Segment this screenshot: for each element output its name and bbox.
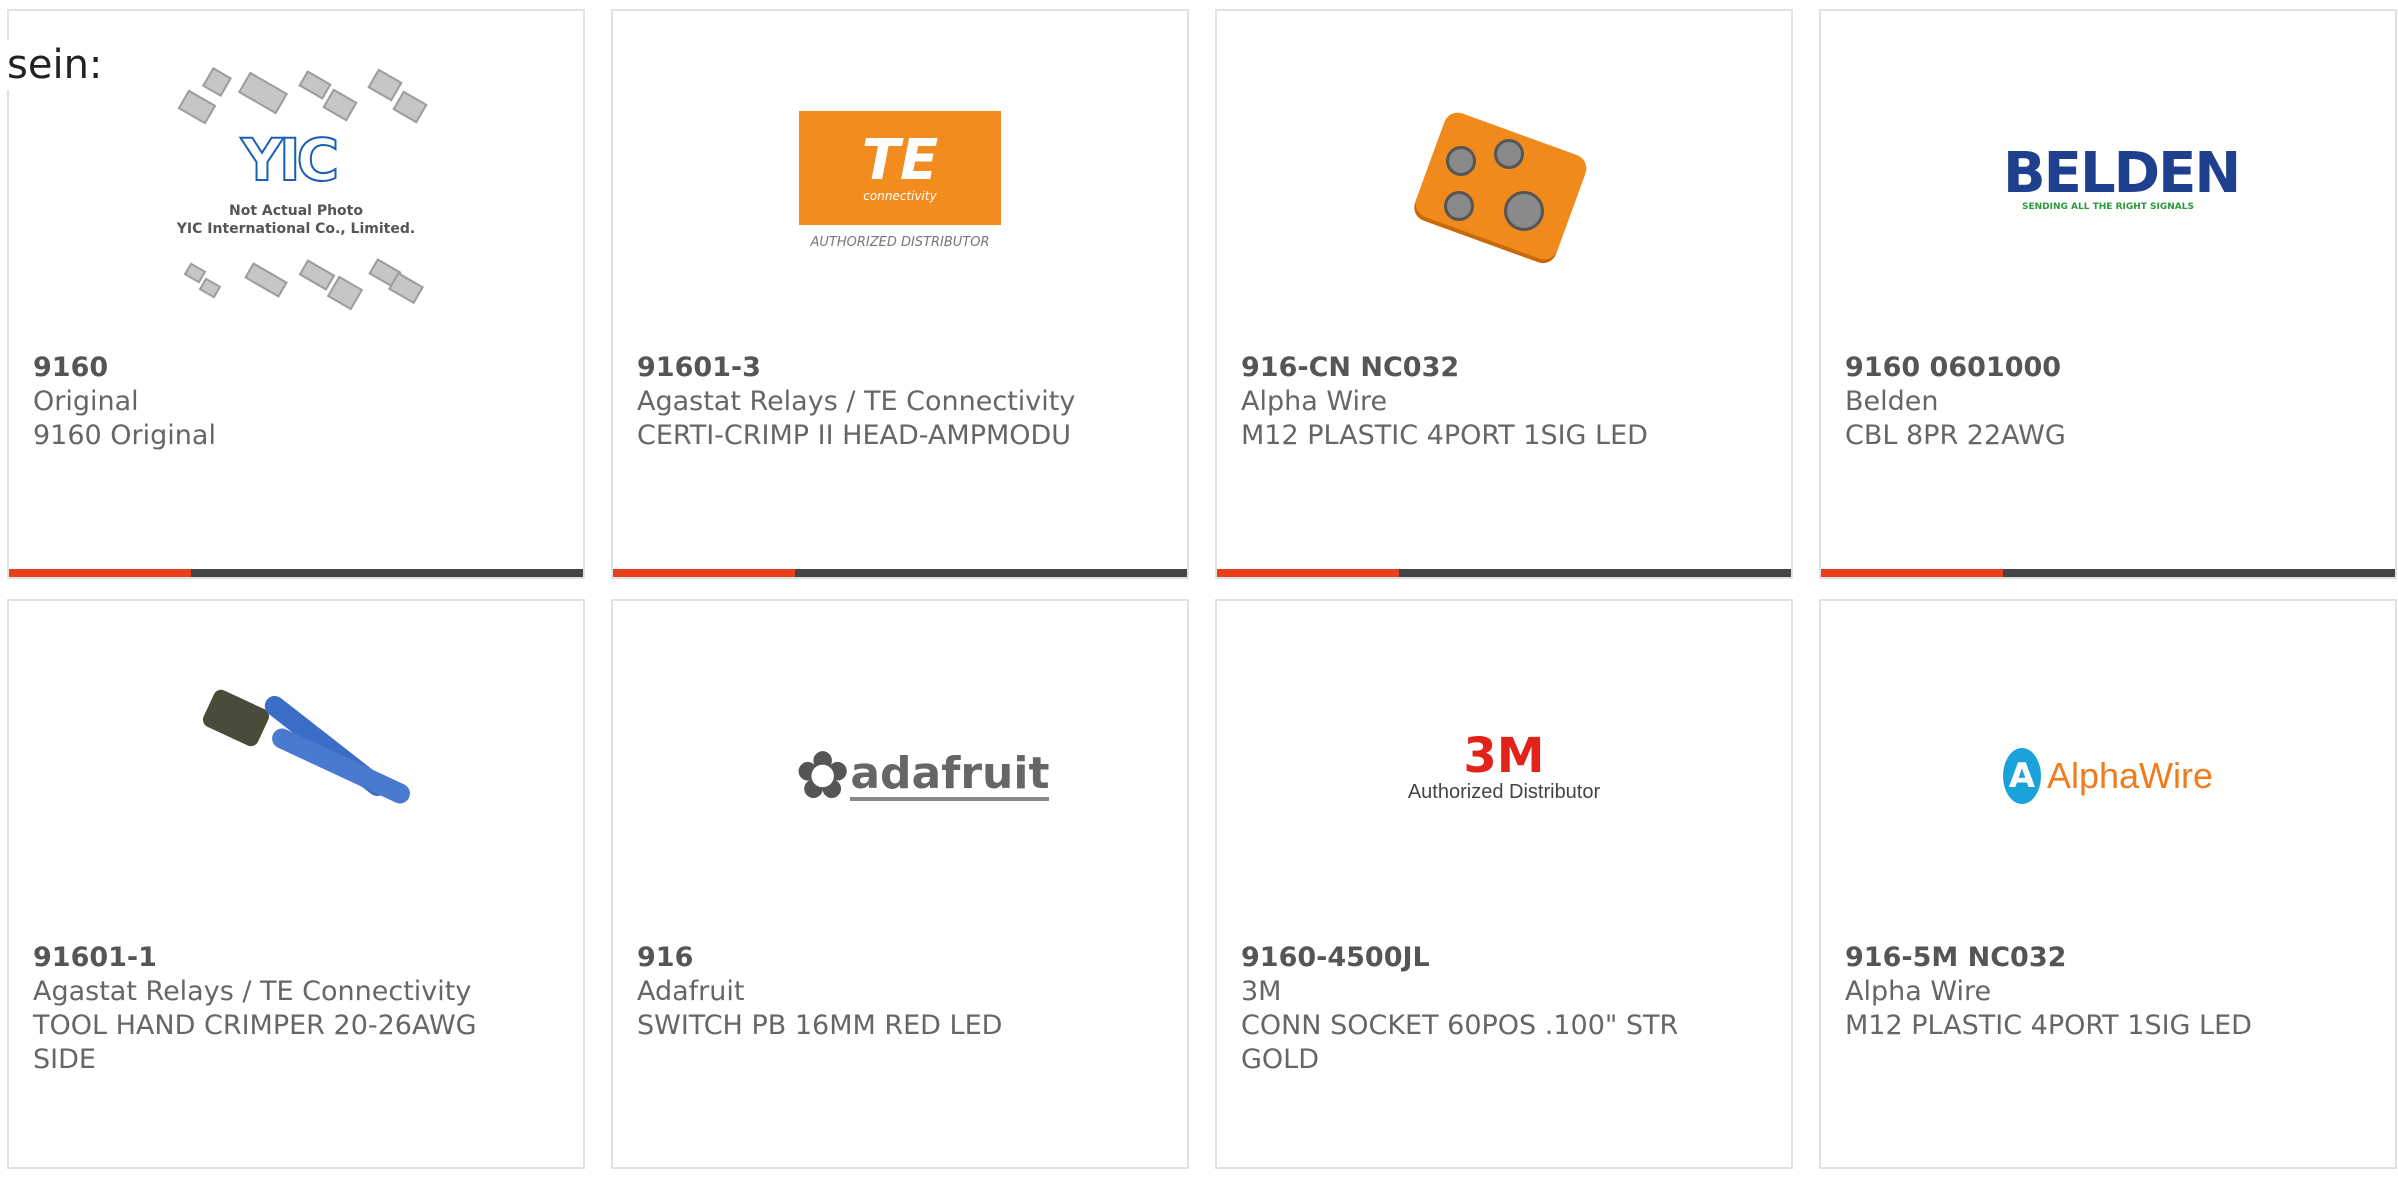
product-image — [1217, 86, 1791, 286]
product-image: ✿ adafruit — [613, 676, 1187, 876]
manufacturer: Original — [33, 386, 139, 417]
product-card[interactable]: 3M Authorized Distributor 9160-4500JL 3M… — [1215, 599, 1793, 1169]
manufacturer: 3M — [1241, 976, 1282, 1007]
manufacturer: Adafruit — [637, 976, 745, 1007]
flower-icon: ✿ — [795, 737, 851, 814]
alphawire-logo: A AlphaWire — [2003, 741, 2213, 811]
description: M12 PLASTIC 4PORT 1SIG LED — [1241, 420, 1648, 451]
product-card[interactable]: YIC Not Actual Photo YIC International C… — [7, 9, 585, 579]
product-info: 916-5M NC032 Alpha Wire M12 PLASTIC 4POR… — [1845, 941, 2315, 1043]
part-number[interactable]: 9160 — [33, 351, 503, 385]
image-caption-company: YIC International Co., Limited. — [176, 221, 416, 237]
product-grid: YIC Not Actual Photo YIC International C… — [7, 9, 2398, 1189]
product-info: 9160-4500JL 3M CONN SOCKET 60POS .100" S… — [1241, 941, 1711, 1077]
product-image: BELDEN SENDING ALL THE RIGHT SIGNALS — [1821, 86, 2395, 286]
part-number[interactable]: 9160 0601000 — [1845, 351, 2315, 385]
product-image: TE connectivity AUTHORIZED DISTRIBUTOR — [613, 86, 1187, 286]
product-card[interactable]: 916-CN NC032 Alpha Wire M12 PLASTIC 4POR… — [1215, 9, 1793, 579]
description: 9160 Original — [33, 420, 216, 451]
belden-logo: BELDEN SENDING ALL THE RIGHT SIGNALS — [2003, 141, 2241, 213]
te-connectivity-logo: TE connectivity AUTHORIZED DISTRIBUTOR — [799, 111, 1001, 261]
manufacturer: Agastat Relays / TE Connectivity — [33, 976, 472, 1007]
part-number[interactable]: 9160-4500JL — [1241, 941, 1711, 975]
manufacturer: Alpha Wire — [1845, 976, 1992, 1007]
description: CERTI-CRIMP II HEAD-AMPMODU — [637, 420, 1072, 451]
product-card[interactable]: A AlphaWire 916-5M NC032 Alpha Wire M12 … — [1819, 599, 2397, 1169]
product-card[interactable]: BELDEN SENDING ALL THE RIGHT SIGNALS 916… — [1819, 9, 2397, 579]
yic-placeholder-image: YIC Not Actual Photo YIC International C… — [161, 66, 431, 311]
adafruit-logo: ✿ adafruit — [795, 737, 1050, 814]
hand-crimper-photo — [196, 676, 414, 876]
image-caption: Not Actual Photo — [229, 203, 363, 219]
product-info: 9160 0601000 Belden CBL 8PR 22AWG — [1845, 351, 2315, 453]
description: CONN SOCKET 60POS .100" STR GOLD — [1241, 1010, 1679, 1075]
3m-logo: 3M Authorized Distributor — [1407, 728, 1601, 803]
card-accent-bar — [613, 569, 1187, 577]
card-accent-bar — [1217, 569, 1791, 577]
manufacturer: Belden — [1845, 386, 1939, 417]
product-info: 91601-1 Agastat Relays / TE Connectivity… — [33, 941, 503, 1077]
part-number[interactable]: 916-CN NC032 — [1241, 351, 1711, 385]
connector-block-photo — [1404, 91, 1604, 281]
product-info: 916 Adafruit SWITCH PB 16MM RED LED — [637, 941, 1107, 1043]
product-image — [9, 676, 583, 876]
description: M12 PLASTIC 4PORT 1SIG LED — [1845, 1010, 2252, 1041]
product-info: 9160 Original 9160 Original — [33, 351, 503, 453]
part-number[interactable]: 916 — [637, 941, 1107, 975]
manufacturer: Alpha Wire — [1241, 386, 1388, 417]
product-card[interactable]: ✿ adafruit 916 Adafruit SWITCH PB 16MM R… — [611, 599, 1189, 1169]
product-info: 91601-3 Agastat Relays / TE Connectivity… — [637, 351, 1107, 453]
page-heading: sein: — [7, 40, 103, 90]
product-image: A AlphaWire — [1821, 676, 2395, 876]
description: CBL 8PR 22AWG — [1845, 420, 2066, 451]
card-accent-bar — [1821, 569, 2395, 577]
card-accent-bar — [9, 569, 583, 577]
part-number[interactable]: 91601-3 — [637, 351, 1107, 385]
product-image: 3M Authorized Distributor — [1217, 676, 1791, 876]
yic-logo: YIC — [240, 125, 340, 195]
part-number[interactable]: 916-5M NC032 — [1845, 941, 2315, 975]
product-card[interactable]: TE connectivity AUTHORIZED DISTRIBUTOR 9… — [611, 9, 1189, 579]
description: TOOL HAND CRIMPER 20-26AWG SIDE — [33, 1010, 477, 1075]
product-info: 916-CN NC032 Alpha Wire M12 PLASTIC 4POR… — [1241, 351, 1711, 453]
product-card[interactable]: 91601-1 Agastat Relays / TE Connectivity… — [7, 599, 585, 1169]
manufacturer: Agastat Relays / TE Connectivity — [637, 386, 1076, 417]
product-image: YIC Not Actual Photo YIC International C… — [9, 66, 583, 311]
part-number[interactable]: 91601-1 — [33, 941, 503, 975]
description: SWITCH PB 16MM RED LED — [637, 1010, 1003, 1041]
